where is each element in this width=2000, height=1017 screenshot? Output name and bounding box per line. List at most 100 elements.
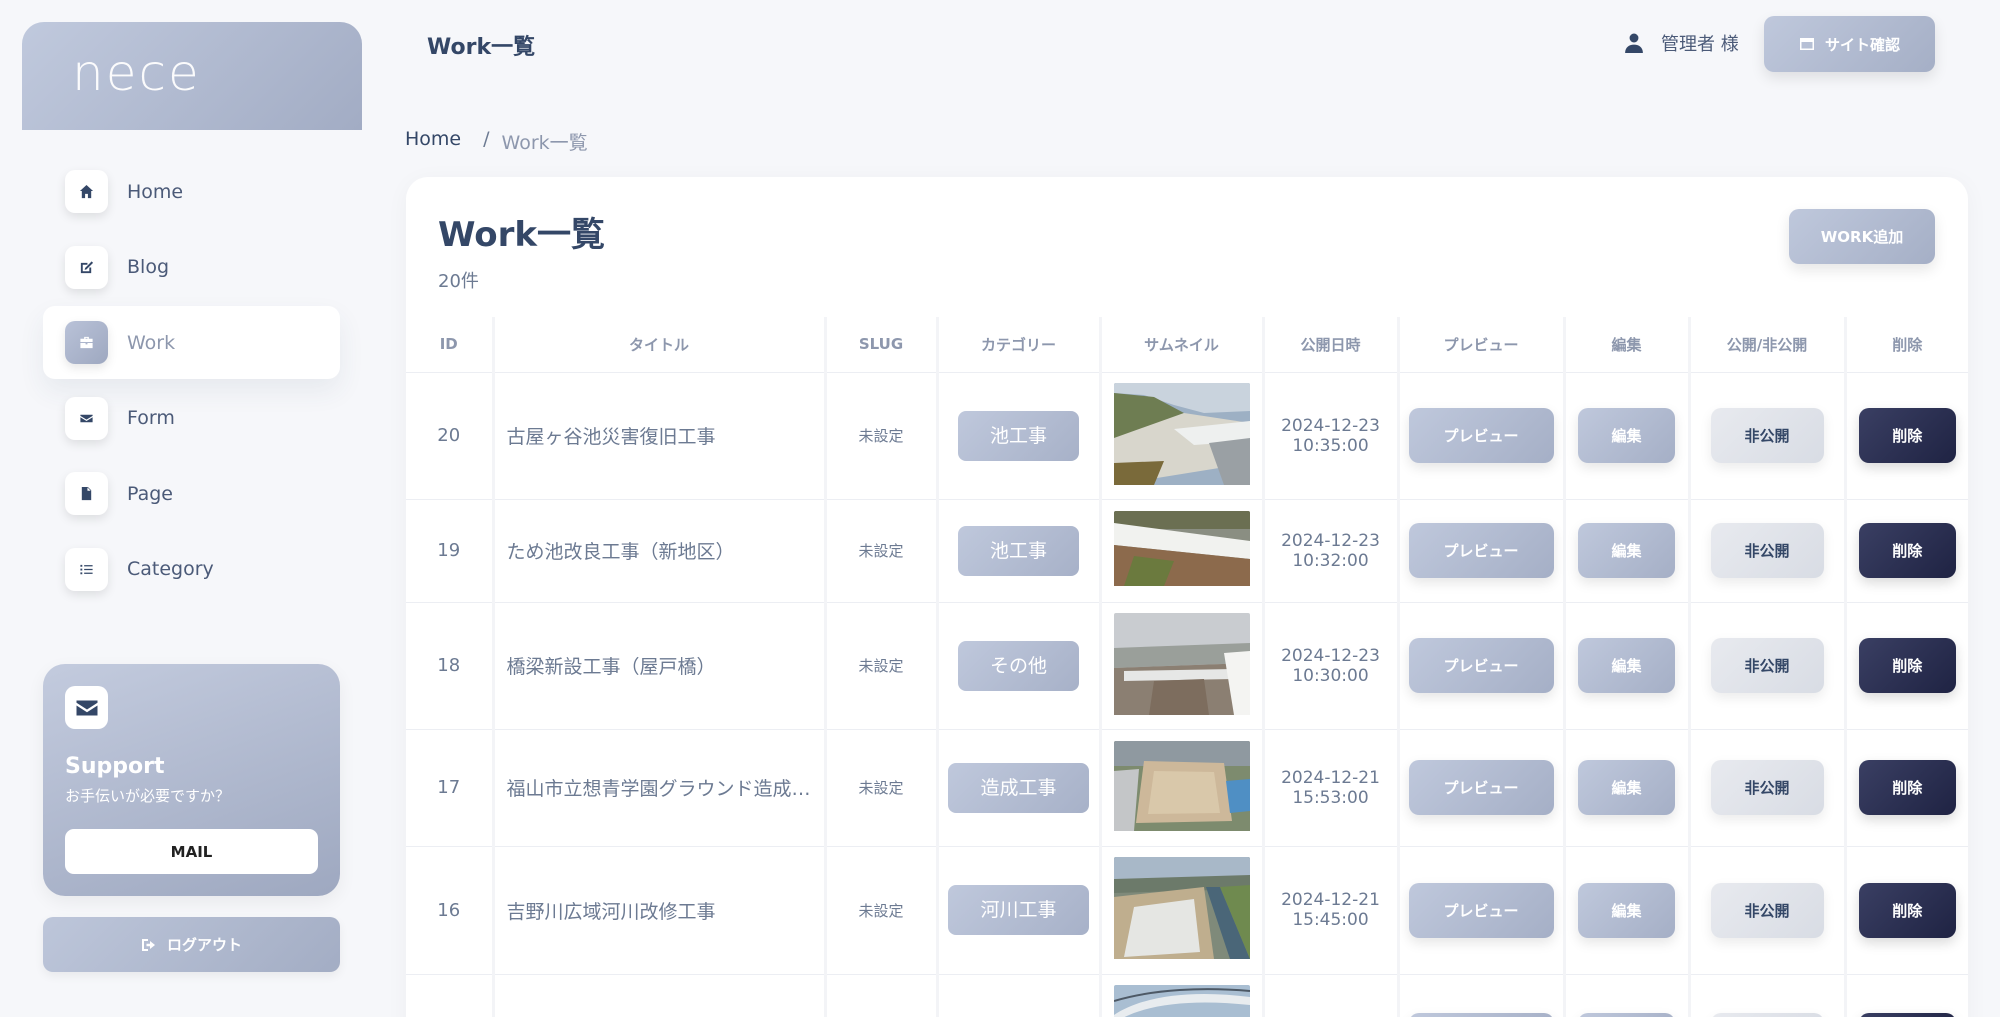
list-icon <box>65 547 108 591</box>
column-header-slug: SLUG <box>823 317 937 373</box>
preview-button[interactable] <box>1408 1012 1554 1017</box>
row-id: 16 <box>406 846 493 975</box>
row-title: 福山市立想青学園グラウンド造成… <box>491 729 825 847</box>
row-id: 18 <box>406 602 493 730</box>
unpublish-button[interactable]: 非公開 <box>1710 882 1824 938</box>
row-time: 10:35:00 <box>1292 435 1369 456</box>
preview-button[interactable]: プレビュー <box>1408 882 1554 938</box>
preview-button[interactable]: プレビュー <box>1408 760 1554 815</box>
edit-button[interactable]: 編集 <box>1578 882 1675 938</box>
logout-icon <box>141 938 155 951</box>
support-title: Support <box>65 754 165 779</box>
sidebar-item-label: Blog <box>127 256 169 279</box>
support-card: Support お手伝いが必要ですか？ MAIL <box>43 664 340 896</box>
sidebar-item-label: Home <box>127 180 184 203</box>
row-published-date: 2024-12-23 10:32:00 <box>1261 499 1398 603</box>
delete-button[interactable] <box>1858 1012 1956 1017</box>
site-check-label: サイト確認 <box>1824 35 1900 54</box>
sidebar-item-blog[interactable]: Blog <box>43 231 340 304</box>
logout-label: ログアウト <box>166 936 242 954</box>
sidebar-item-label: Page <box>127 482 173 505</box>
column-header-visibility: 公開/非公開 <box>1687 317 1845 373</box>
row-date: 2024-12-23 <box>1281 415 1380 436</box>
row-slug: 未設定 <box>823 846 937 975</box>
row-date: 2024-12-21 <box>1281 890 1380 910</box>
edit-button[interactable] <box>1578 1012 1675 1017</box>
support-subtitle: お手伝いが必要ですか？ <box>65 787 231 805</box>
logout-button[interactable]: ログアウト <box>43 917 340 972</box>
preview-button[interactable]: プレビュー <box>1408 408 1554 463</box>
preview-button[interactable]: プレビュー <box>1408 523 1554 578</box>
column-header-thumbnail: サムネイル <box>1098 317 1263 373</box>
briefcase-icon <box>65 321 108 365</box>
row-title: 吉野川広域河川改修工事 <box>491 846 825 975</box>
table-row <box>406 974 1968 1017</box>
edit-button[interactable]: 編集 <box>1578 523 1675 578</box>
row-published-date: 2024-12-23 10:30:00 <box>1261 602 1398 730</box>
unpublish-button[interactable]: 非公開 <box>1710 638 1824 693</box>
row-id: 20 <box>406 372 493 500</box>
column-header-delete: 削除 <box>1843 317 1968 373</box>
row-date: 2024-12-21 <box>1281 767 1380 788</box>
row-published-date: 2024-12-23 10:35:00 <box>1261 372 1398 500</box>
user-label: 管理者 様 <box>1661 34 1739 55</box>
user-menu[interactable]: 管理者 様 <box>1625 30 1739 56</box>
table-header-row: ID タイトル SLUG カテゴリー サムネイル 公開日時 プレビュー 編集 公… <box>406 317 1968 373</box>
row-slug: 未設定 <box>823 602 937 730</box>
sidebar-item-page[interactable]: Page <box>43 457 340 530</box>
sidebar-item-label: Work <box>127 331 176 354</box>
breadcrumb-home[interactable]: Home <box>405 128 461 155</box>
unpublish-button[interactable]: 非公開 <box>1710 760 1824 815</box>
category-badge: その他 <box>957 640 1079 691</box>
column-header-id: ID <box>406 317 493 373</box>
breadcrumb-separator: / <box>483 128 490 150</box>
sidebar-item-home[interactable]: Home <box>43 155 340 228</box>
delete-button[interactable]: 削除 <box>1858 408 1956 463</box>
brand-logo[interactable]: nece <box>22 22 362 130</box>
category-badge: 池工事 <box>957 410 1079 461</box>
delete-button[interactable]: 削除 <box>1858 882 1956 938</box>
category-badge: 河川工事 <box>948 885 1089 935</box>
row-time: 15:53:00 <box>1292 787 1369 808</box>
column-header-category: カテゴリー <box>935 317 1100 373</box>
edit-button[interactable]: 編集 <box>1578 638 1675 693</box>
edit-button[interactable]: 編集 <box>1578 760 1675 815</box>
delete-button[interactable]: 削除 <box>1858 760 1956 815</box>
home-icon <box>65 170 108 213</box>
column-header-preview: プレビュー <box>1396 317 1564 373</box>
sidebar-nav: Home Blog Work Form Page Category <box>43 155 340 609</box>
unpublish-button[interactable]: 非公開 <box>1710 408 1824 463</box>
sidebar-item-category[interactable]: Category <box>43 533 340 606</box>
sidebar-item-form[interactable]: Form <box>43 382 340 455</box>
thumbnail-image <box>1113 857 1250 963</box>
header-title: Work一覧 <box>427 35 536 60</box>
table-row: 20 古屋ヶ谷池災害復旧工事 未設定 池工事 2024-12-23 10:35:… <box>406 372 1968 500</box>
work-list-card: Work一覧 20件 WORK追加 ID タイトル SLUG カテゴリー サムネ… <box>406 177 1968 1017</box>
sidebar-item-label: Form <box>127 407 175 430</box>
breadcrumb: Home / Work一覧 <box>405 128 588 155</box>
unpublish-button[interactable] <box>1710 1012 1824 1017</box>
work-table: ID タイトル SLUG カテゴリー サムネイル 公開日時 プレビュー 編集 公… <box>406 317 1968 1017</box>
file-icon <box>65 472 108 516</box>
sidebar-item-work[interactable]: Work <box>43 306 340 380</box>
thumbnail-image <box>1113 511 1250 590</box>
site-check-button[interactable]: サイト確認 <box>1764 16 1935 72</box>
row-time: 10:32:00 <box>1292 550 1369 571</box>
row-time: 10:30:00 <box>1292 665 1369 686</box>
row-date: 2024-12-23 <box>1281 530 1380 551</box>
edit-button[interactable]: 編集 <box>1578 408 1675 463</box>
unpublish-button[interactable]: 非公開 <box>1710 523 1824 578</box>
preview-button[interactable]: プレビュー <box>1408 638 1554 693</box>
column-header-published: 公開日時 <box>1261 317 1398 373</box>
row-title: 古屋ヶ谷池災害復旧工事 <box>491 372 825 500</box>
item-count: 20件 <box>438 271 479 292</box>
window-icon <box>1799 38 1814 50</box>
thumbnail-image <box>1113 382 1250 489</box>
delete-button[interactable]: 削除 <box>1858 638 1956 693</box>
row-title: 橋梁新設工事（屋戸橋） <box>491 602 825 730</box>
delete-button[interactable]: 削除 <box>1858 523 1956 578</box>
mail-button[interactable]: MAIL <box>65 829 318 874</box>
add-work-button[interactable]: WORK追加 <box>1789 209 1935 264</box>
column-header-title: タイトル <box>491 317 825 373</box>
breadcrumb-current: Work一覧 <box>501 132 588 154</box>
